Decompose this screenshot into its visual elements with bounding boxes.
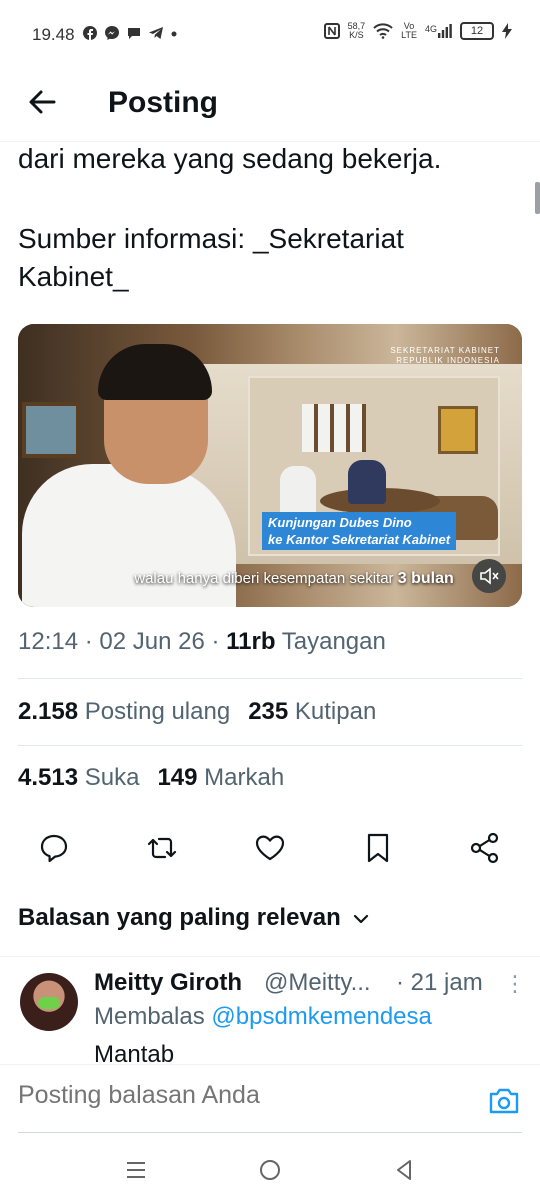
messenger-icon [105,26,119,40]
volte-bottom: LTE [401,30,417,40]
caption-line-2: ke Kantor Sekretariat Kabinet [268,532,451,547]
nfc-icon [323,23,340,39]
video-brand: SEKRETARIAT KABINET REPUBLIK INDONESIA [390,346,500,366]
reposts-count: 2.158 [18,698,79,725]
views-count: 11rb [226,628,276,655]
reply-item[interactable]: Meitty Giroth @Meitty... · 21 jam ⋮ Memb… [0,956,540,1066]
post-time: 12:14 [18,628,79,655]
replying-to-handle[interactable]: @bpsdmkemendesa [211,1003,431,1030]
reply-input[interactable] [18,1081,468,1110]
video-subtitle: walau hanya diberi kesempatan sekitar 3 … [18,570,522,588]
wifi-icon [373,23,393,39]
caption-line-1: Kunjungan Dubes Dino [268,515,412,530]
chat-icon [128,28,140,39]
post-text-line-1: dari mereka yang sedang bekerja. [18,143,442,174]
status-time: 19.48 [32,25,75,44]
home-icon[interactable] [258,1158,282,1182]
likes-count: 4.513 [18,764,79,791]
recent-apps-icon[interactable] [124,1158,148,1182]
battery-level: 12 [470,25,484,37]
page-title: Posting [108,86,218,119]
signal-indicator: 4G [425,24,452,38]
divider [18,678,522,679]
post-meta: 12:14 · 02 Jun 26 · 11rb Tayangan [18,628,386,655]
network-type: 4G [424,24,437,34]
battery-indicator: 12 [460,22,494,40]
subtitle-bold: 3 bulan [397,570,454,587]
brand-line-1: SEKRETARIAT KABINET [390,346,500,355]
back-nav-icon[interactable] [392,1158,416,1182]
bookmark-icon[interactable] [360,830,396,866]
system-navigation-bar [0,1134,540,1200]
quotes-count: 235 [248,698,289,725]
post-action-bar [0,830,540,870]
post-date: 02 Jun 26 [99,628,205,655]
likes-label: Suka [84,764,140,791]
dot-icon [171,31,177,37]
replies-sort-label: Balasan yang paling relevan [18,904,341,931]
camera-icon[interactable] [488,1087,520,1115]
quotes-label: Kutipan [294,698,377,725]
more-options-icon[interactable]: ⋮ [504,971,526,997]
brand-line-2: REPUBLIK INDONESIA [396,356,500,365]
reply-author-handle[interactable]: @Meitty... [264,969,371,997]
telegram-icon [149,27,163,39]
avatar[interactable] [20,973,78,1031]
bookmarks-stat[interactable]: 149 Markah [157,764,284,792]
video-speaker [18,344,248,607]
facebook-icon [83,26,97,40]
like-icon[interactable] [252,830,288,866]
reply-composer [0,1064,540,1134]
composer-underline [18,1132,522,1133]
subtitle-text: walau hanya diberi kesempatan sekitar [134,570,394,587]
notification-icons [82,25,178,41]
top-app-bar: Posting [0,70,540,142]
reply-icon[interactable] [36,830,72,866]
post-video[interactable]: SEKRETARIAT KABINET REPUBLIK INDONESIA K… [18,324,522,607]
system-indicators: 58,7 K/S Vo LTE 4G 12 [323,22,512,40]
net-speed: 58,7 K/S [348,22,366,40]
reply-time: · 21 jam [396,969,483,996]
inset-portrait [438,406,478,454]
video-caption: Kunjungan Dubes Dino ke Kantor Sekretari… [262,512,457,550]
mute-icon[interactable] [472,559,506,593]
post-stats-row-1: 2.158 Posting ulang 235 Kutipan [18,698,376,726]
post-stats-row-2: 4.513 Suka 149 Markah [18,764,284,792]
signal-icon [438,24,452,38]
inset-pictures [302,404,366,452]
bookmarks-count: 149 [157,764,198,791]
chevron-down-icon [354,914,369,923]
divider [18,745,522,746]
inset-person-2 [348,460,386,504]
reply-author-name[interactable]: Meitty Giroth [94,969,242,997]
replying-prefix: Membalas [94,1003,205,1030]
back-arrow-icon[interactable] [26,86,58,118]
reply-text: Mantab [94,1041,175,1066]
bookmarks-label: Markah [204,764,285,791]
share-icon[interactable] [467,830,503,866]
net-speed-unit: K/S [349,30,364,40]
replies-sort-button[interactable]: Balasan yang paling relevan [18,904,369,932]
charging-icon [502,23,512,39]
replying-to: Membalas @bpsdmkemendesa [94,1003,432,1031]
likes-stat[interactable]: 4.513 Suka [18,764,139,792]
reposts-label: Posting ulang [84,698,231,725]
views-label: Tayangan [281,628,386,655]
quotes-stat[interactable]: 235 Kutipan [248,698,376,726]
reposts-stat[interactable]: 2.158 Posting ulang [18,698,230,726]
post-text-line-2: Sumber informasi: _Sekretariat Kabinet_ [18,223,404,292]
speaker-hair [98,344,212,400]
scrollbar[interactable] [535,182,540,214]
repost-icon[interactable] [144,830,180,866]
volte-indicator: Vo LTE [401,22,417,40]
status-bar: 19.48 58,7 K/S Vo LTE 4G 12 [0,0,540,70]
